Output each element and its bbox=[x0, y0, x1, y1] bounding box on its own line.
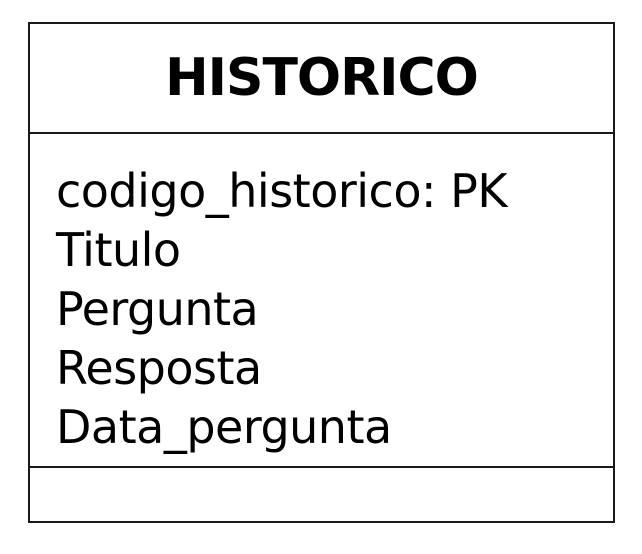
attribute-data-pergunta: Data_pergunta bbox=[56, 400, 392, 454]
uml-class-box: HISTORICO codigo_historico: PK Titulo Pe… bbox=[28, 22, 615, 523]
class-name: HISTORICO bbox=[165, 48, 479, 108]
methods-compartment bbox=[30, 468, 613, 523]
attribute-primary-key: codigo_historico: PK bbox=[56, 164, 508, 218]
attributes-compartment: codigo_historico: PK Titulo Pergunta Res… bbox=[30, 134, 613, 468]
attribute-titulo: Titulo bbox=[56, 223, 181, 277]
attribute-pergunta: Pergunta bbox=[56, 282, 259, 336]
attribute-resposta: Resposta bbox=[56, 341, 262, 395]
class-header: HISTORICO bbox=[30, 24, 613, 134]
